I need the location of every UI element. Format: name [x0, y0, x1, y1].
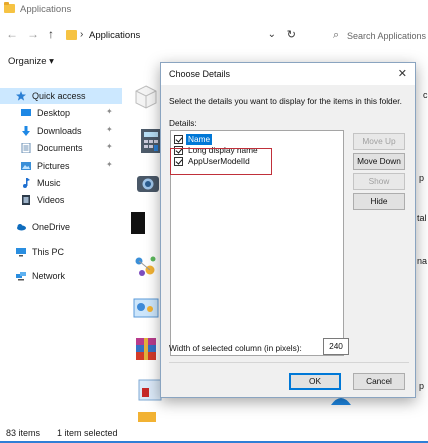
sidebar-item-network[interactable]: Network	[0, 268, 122, 284]
sidebar-item-videos[interactable]: Videos	[0, 192, 122, 208]
sidebar-item-label: Music	[37, 178, 61, 188]
dialog-separator	[169, 362, 409, 363]
move-up-button[interactable]: Move Up	[353, 133, 405, 150]
move-down-button[interactable]: Move Down	[353, 153, 405, 170]
desktop-icon	[21, 109, 31, 116]
pin-icon[interactable]: ✦	[106, 160, 113, 169]
app-partial-icon[interactable]	[135, 412, 161, 422]
sidebar-item-label: Downloads	[37, 126, 82, 136]
width-label: Width of selected column (in pixels):	[169, 343, 302, 353]
sidebar-item-label: Desktop	[37, 108, 71, 118]
detail-item-label: Name	[186, 134, 213, 145]
search-icon: ⌕	[333, 29, 340, 41]
camera-icon[interactable]	[135, 170, 161, 196]
sidebar-item-label: Documents	[37, 143, 83, 153]
breadcrumb-separator: ›	[80, 29, 84, 40]
videos-icon	[22, 195, 30, 205]
pin-icon[interactable]: ✦	[106, 125, 113, 134]
molecule-icon[interactable]	[133, 253, 159, 279]
window-title: Applications	[20, 4, 72, 15]
file-label: p	[419, 173, 425, 183]
selection-count: 1 item selected	[57, 428, 118, 438]
breadcrumb[interactable]: Applications	[89, 30, 140, 41]
file-label: p	[419, 381, 425, 391]
annotation-highlight-box	[170, 148, 272, 175]
title-bar: Applications	[0, 0, 428, 19]
checkbox[interactable]	[174, 135, 183, 144]
cancel-button[interactable]: Cancel	[353, 373, 405, 390]
column-width-input[interactable]: 240	[323, 338, 349, 355]
sidebar-item-desktop[interactable]: Desktop ✦	[0, 105, 122, 121]
music-icon	[23, 178, 30, 188]
detail-item-name[interactable]: Name	[173, 134, 341, 145]
downloads-icon	[22, 126, 30, 136]
up-arrow-icon[interactable]: ↑	[48, 27, 54, 41]
documents-icon	[21, 143, 31, 153]
sidebar-item-label: This PC	[32, 247, 65, 257]
star-icon	[16, 91, 26, 101]
forward-arrow-icon[interactable]: →	[27, 27, 39, 41]
winrar-icon[interactable]	[133, 336, 159, 362]
sidebar-item-pictures[interactable]: Pictures ✦	[0, 158, 122, 174]
pin-icon[interactable]: ✦	[106, 107, 113, 116]
chevron-down-icon[interactable]: ⌄	[268, 29, 276, 40]
sidebar-item-label: Videos	[37, 195, 65, 205]
status-bar: 83 items 1 item selected	[0, 423, 428, 443]
pictures-icon	[21, 162, 31, 170]
folder-icon	[4, 2, 15, 13]
ok-button[interactable]: OK	[289, 373, 341, 390]
network-icon	[16, 272, 26, 281]
details-label: Details:	[169, 118, 197, 128]
sidebar-item-music[interactable]: Music	[0, 175, 122, 191]
this-pc-icon	[16, 248, 26, 257]
address-bar[interactable]: › Applications ⌄ ↻	[66, 26, 302, 46]
pin-icon[interactable]: ✦	[106, 142, 113, 151]
back-arrow-icon[interactable]: ←	[6, 27, 18, 41]
search-box[interactable]: ⌕ Search Applications	[328, 26, 428, 46]
file-label: na	[417, 256, 428, 266]
navigation-pane: Quick access Desktop ✦ Downloads ✦ Docum…	[0, 78, 122, 423]
sidebar-item-onedrive[interactable]: OneDrive	[0, 219, 122, 235]
sidebar-item-label: Network	[32, 271, 66, 281]
sidebar-item-label: OneDrive	[32, 222, 71, 232]
sidebar-item-label: Pictures	[37, 161, 70, 171]
dialog-instructions: Select the details you want to display f…	[169, 96, 402, 106]
choose-details-dialog: Choose Details ✕ Select the details you …	[160, 62, 416, 398]
sidebar-item-label: Quick access	[32, 91, 86, 101]
app-black-tile-icon[interactable]	[131, 210, 145, 236]
search-input[interactable]: Search Applications	[347, 31, 426, 41]
item-count: 83 items	[6, 428, 41, 438]
onedrive-icon	[17, 224, 26, 231]
sidebar-item-quick-access[interactable]: Quick access	[0, 88, 122, 104]
close-icon[interactable]: ✕	[398, 67, 407, 80]
sidebar-item-downloads[interactable]: Downloads ✦	[0, 123, 122, 139]
file-label: tal	[417, 213, 427, 223]
show-button[interactable]: Show	[353, 173, 405, 190]
organize-menu[interactable]: Organize ▾	[8, 56, 54, 67]
app-package-icon[interactable]	[133, 84, 159, 110]
refresh-icon[interactable]: ↻	[287, 28, 296, 41]
dialog-title: Choose Details	[169, 69, 231, 79]
sidebar-item-documents[interactable]: Documents ✦	[0, 140, 122, 156]
folder-icon	[66, 30, 77, 40]
file-label: ck	[423, 90, 428, 100]
sidebar-item-this-pc[interactable]: This PC	[0, 244, 122, 260]
control-panel-icon[interactable]	[133, 296, 159, 322]
dialog-title-bar: Choose Details ✕	[161, 63, 415, 85]
hide-button[interactable]: Hide	[353, 193, 405, 210]
